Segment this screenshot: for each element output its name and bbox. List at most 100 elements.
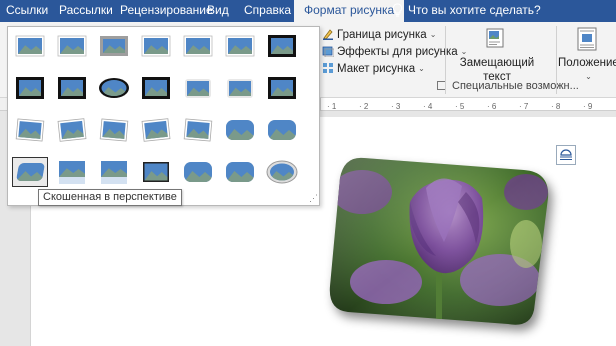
picture-style-thumbnail[interactable] [180, 157, 216, 187]
landscape-thumbnail-icon [57, 118, 87, 142]
tulip-picture[interactable] [326, 152, 556, 330]
landscape-thumbnail-icon [16, 77, 44, 99]
picture-style-thumbnail[interactable] [96, 115, 132, 145]
landscape-thumbnail-icon [99, 78, 129, 98]
ruler-scale: · 1 · 2 · 3 · 4 · 5 · 6 · 7 · 8 · 9 [320, 98, 616, 111]
position-button[interactable]: Положение ⌄ [558, 26, 616, 84]
picture-style-thumbnail[interactable] [12, 157, 48, 187]
landscape-thumbnail-icon [142, 77, 170, 99]
picture-style-thumbnail[interactable] [180, 73, 216, 103]
pen-border-icon [323, 29, 333, 40]
landscape-thumbnail-icon [101, 161, 127, 184]
picture-style-thumbnail[interactable] [138, 73, 174, 103]
picture-style-thumbnail[interactable] [180, 115, 216, 145]
group-separator [556, 26, 557, 94]
alt-text-label-line1: Замещающий [459, 57, 535, 69]
picture-style-thumbnail[interactable] [96, 73, 132, 103]
picture-style-thumbnail[interactable] [12, 73, 48, 103]
ruler-mark: · 3 [391, 102, 401, 111]
layout-options-glyph [560, 149, 572, 160]
alt-text-icon [486, 28, 504, 48]
picture-style-thumbnail[interactable] [12, 115, 48, 145]
tell-me-box[interactable]: Что вы хотите сделать? [392, 0, 541, 22]
picture-style-thumbnail[interactable] [222, 157, 258, 187]
ribbon-tab-bar: Ссылки Рассылки Рецензирование Вид Справ… [0, 0, 616, 22]
landscape-thumbnail-icon [226, 120, 254, 140]
landscape-thumbnail-icon [185, 79, 211, 98]
landscape-thumbnail-icon [58, 77, 86, 99]
tab-view[interactable]: Вид [207, 0, 229, 22]
picture-style-thumbnail[interactable] [222, 31, 258, 61]
picture-style-thumbnail[interactable] [222, 73, 258, 103]
tab-review[interactable]: Рецензирование [120, 0, 213, 22]
landscape-thumbnail-icon [57, 35, 87, 57]
picture-style-thumbnail[interactable] [12, 31, 48, 61]
picture-style-thumbnail[interactable] [54, 31, 90, 61]
lightbulb-icon [392, 3, 403, 17]
effects-icon [322, 46, 334, 57]
tab-picture-format[interactable]: Формат рисунка [294, 0, 405, 22]
landscape-thumbnail-icon [143, 162, 169, 182]
picture-style-thumbnail[interactable] [54, 73, 90, 103]
landscape-thumbnail-icon [225, 35, 255, 57]
picture-border-button[interactable]: Граница рисунка ⌄ [322, 26, 436, 44]
layout-icon [323, 63, 333, 73]
picture-style-thumbnail[interactable] [96, 31, 132, 61]
landscape-thumbnail-icon [226, 162, 254, 182]
landscape-thumbnail-icon [100, 36, 128, 56]
tab-help[interactable]: Справка [244, 0, 291, 22]
picture-style-thumbnail[interactable] [222, 115, 258, 145]
picture-style-thumbnail[interactable] [138, 115, 174, 145]
ruler-mark: · 8 [551, 102, 561, 111]
picture-style-thumbnail[interactable] [96, 157, 132, 187]
landscape-thumbnail-icon [141, 35, 171, 57]
ruler-mark: · 2 [359, 102, 369, 111]
landscape-thumbnail-icon [268, 120, 296, 140]
position-label: Положение [558, 57, 616, 69]
picture-styles-gallery: ⋰ [7, 26, 320, 206]
ruler-mark: · 7 [519, 102, 529, 111]
picture-style-thumbnail[interactable] [264, 115, 300, 145]
landscape-thumbnail-icon [266, 160, 298, 184]
picture-style-thumbnail[interactable] [138, 157, 174, 187]
landscape-thumbnail-icon [183, 118, 213, 142]
landscape-thumbnail-icon [15, 163, 46, 181]
ruler-mark: · 6 [487, 102, 497, 111]
ruler-mark: · 4 [423, 102, 433, 111]
picture-style-thumbnail[interactable] [138, 31, 174, 61]
landscape-thumbnail-icon [227, 79, 253, 98]
landscape-thumbnail-icon [15, 118, 45, 142]
layout-options-icon[interactable] [556, 145, 576, 165]
resize-grip-icon[interactable]: ⋰ [309, 193, 318, 204]
ruler-mark: · 5 [455, 102, 465, 111]
picture-style-thumbnail[interactable] [264, 31, 300, 61]
picture-border-label: Граница рисунка [337, 29, 427, 41]
chevron-down-icon: ⌄ [429, 30, 437, 39]
picture-style-thumbnail[interactable] [264, 157, 300, 187]
chevron-down-icon: ⌄ [418, 64, 425, 73]
picture-layout-label: Макет рисунка [337, 63, 416, 75]
picture-style-thumbnail[interactable] [180, 31, 216, 61]
tell-me-label: Что вы хотите сделать? [408, 3, 541, 17]
tab-mailings[interactable]: Рассылки [59, 0, 113, 22]
picture-style-thumbnail[interactable] [54, 115, 90, 145]
tab-references[interactable]: Ссылки [6, 0, 48, 22]
ruler-mark: · 1 [327, 102, 337, 111]
picture-style-thumbnail[interactable] [54, 157, 90, 187]
picture-style-thumbnail[interactable] [264, 73, 300, 103]
landscape-thumbnail-icon [141, 118, 171, 142]
landscape-thumbnail-icon [184, 162, 212, 182]
group-separator [445, 26, 446, 94]
ruler-mark: · 9 [583, 102, 593, 111]
chevron-down-icon: ⌄ [585, 72, 592, 81]
picture-effects-label: Эффекты для рисунка [337, 46, 458, 58]
landscape-thumbnail-icon [99, 118, 129, 142]
landscape-thumbnail-icon [268, 77, 296, 99]
style-tooltip: Скошенная в перспективе [38, 189, 182, 206]
landscape-thumbnail-icon [15, 35, 45, 57]
alt-text-button[interactable]: Замещающий текст [447, 26, 547, 84]
landscape-thumbnail-icon [268, 35, 296, 57]
landscape-thumbnail-icon [183, 35, 213, 57]
position-icon [577, 27, 597, 51]
picture-layout-button[interactable]: Макет рисунка ⌄ [322, 60, 425, 78]
